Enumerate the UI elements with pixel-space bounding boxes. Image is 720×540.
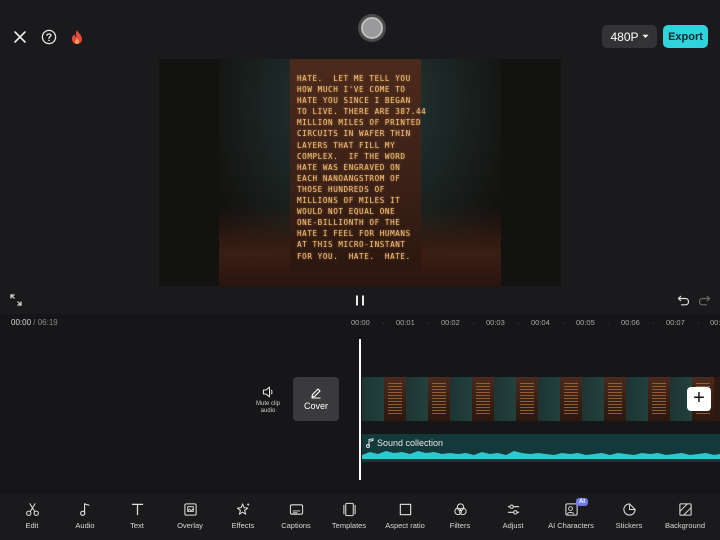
ruler-tick: 00:01 [396, 318, 415, 327]
clip-frame [604, 377, 626, 421]
record-button[interactable] [358, 14, 386, 42]
letterbox-left [159, 59, 219, 286]
clip-frame [560, 377, 582, 421]
video-preview[interactable]: HATE. LET ME TELL YOU HOW MUCH I'VE COME… [159, 59, 561, 286]
ai-badge: AI [576, 498, 588, 506]
pencil-icon [311, 388, 321, 399]
ruler-tick: 00:04 [531, 318, 550, 327]
text-icon [131, 503, 143, 516]
clip-frame [648, 377, 670, 421]
top-bar: 480P Export [0, 0, 720, 58]
close-icon[interactable] [10, 27, 30, 47]
adjust-icon [507, 504, 519, 515]
filters-icon [453, 503, 467, 516]
speaker-icon [262, 386, 273, 398]
video-clip-track[interactable] [362, 377, 720, 421]
record-icon [361, 17, 383, 39]
redo-icon[interactable] [697, 293, 711, 307]
tool-label: Stickers [615, 521, 643, 530]
ruler-tick: 00:02 [441, 318, 460, 327]
templates-icon [342, 502, 356, 517]
video-editor: 480P Export HATE. LET ME TELL YOU HOW MU… [0, 0, 720, 540]
help-icon[interactable] [39, 27, 59, 47]
ruler-dot: · [472, 318, 475, 327]
time-ruler[interactable]: 00:00 · 00:01 · 00:02 · 00:03 · 00:04 · … [0, 318, 720, 328]
tool-label: Aspect ratio [385, 521, 425, 530]
clip-frame [516, 377, 538, 421]
tool-background[interactable]: Background [654, 502, 716, 530]
tool-label: Audio [75, 521, 95, 530]
cover-button[interactable]: Cover [293, 377, 339, 421]
clip-frame [450, 377, 472, 421]
clip-frame [494, 377, 516, 421]
scissors-icon [25, 503, 39, 516]
ruler-dot: · [652, 318, 655, 327]
letterbox-right [501, 59, 561, 286]
clip-frame [406, 377, 428, 421]
undo-icon[interactable] [676, 293, 690, 307]
clip-frame [362, 377, 384, 421]
ruler-tick: 00:07 [666, 318, 685, 327]
tool-templates[interactable]: Templates [318, 502, 380, 530]
tool-aspect-ratio[interactable]: Aspect ratio [374, 502, 436, 530]
tool-label: Templates [331, 521, 367, 530]
aspect-ratio-icon [399, 503, 411, 516]
playhead[interactable] [359, 339, 361, 480]
resolution-dropdown[interactable]: 480P [602, 25, 657, 48]
mute-clip-audio-button[interactable]: Mute clip audio [250, 386, 286, 414]
cover-label: Cover [303, 401, 328, 411]
stickers-icon [622, 503, 636, 516]
tool-label: Overlay [177, 521, 203, 530]
tool-label: Captions [281, 521, 311, 530]
ruler-dot: · [697, 318, 700, 327]
clip-frame [384, 377, 406, 421]
export-button[interactable]: Export [663, 25, 708, 48]
pause-icon[interactable] [352, 292, 368, 308]
ruler-dot: · [562, 318, 565, 327]
resolution-label: 480P [610, 29, 639, 44]
tool-label: Adjust [502, 521, 524, 530]
overlay-icon [183, 503, 197, 516]
audio-track[interactable]: Sound collection [362, 434, 720, 462]
clip-frame [582, 377, 604, 421]
clip-frame [472, 377, 494, 421]
ruler-dot: · [427, 318, 430, 327]
tool-label: Text [130, 521, 144, 530]
fullscreen-icon[interactable] [9, 293, 23, 307]
clip-frame [626, 377, 648, 421]
tool-label: Edit [25, 521, 39, 530]
tool-label: Background [664, 521, 706, 530]
bottom-toolbar: Edit Audio Text Overlay Effects Captions… [0, 494, 720, 540]
clip-frame [428, 377, 450, 421]
tool-label: AI Characters [548, 521, 594, 530]
add-clip-button[interactable]: + [687, 387, 711, 411]
captions-icon [289, 504, 303, 515]
plus-icon: + [693, 387, 705, 409]
ruler-dot: · [607, 318, 610, 327]
tool-ai-characters[interactable]: AI AI Characters [540, 498, 602, 530]
ruler-tick: 00:05 [576, 318, 595, 327]
ruler-tick: 00:0 [710, 318, 720, 327]
background-icon [678, 503, 692, 516]
effects-icon [236, 503, 249, 515]
ruler-tick: 00:03 [486, 318, 505, 327]
ruler-dot: · [382, 318, 385, 327]
clip-frame [538, 377, 560, 421]
tool-label: Filters [449, 521, 471, 530]
fire-icon[interactable] [67, 27, 87, 47]
chevron-down-icon [642, 34, 649, 38]
ruler-tick: 00:06 [621, 318, 640, 327]
tool-stickers[interactable]: Stickers [598, 502, 660, 530]
ruler-dot: · [517, 318, 520, 327]
audio-waveform [362, 451, 720, 459]
music-note-icon [79, 503, 89, 516]
mute-clip-audio-label: Mute clip audio [255, 401, 280, 414]
tool-adjust[interactable]: Adjust [482, 502, 544, 530]
preview-overlay-text: HATE. LET ME TELL YOU HOW MUCH I'VE COME… [297, 74, 427, 261]
ruler-tick: 00:00 [351, 318, 370, 327]
tool-label: Effects [231, 521, 255, 530]
